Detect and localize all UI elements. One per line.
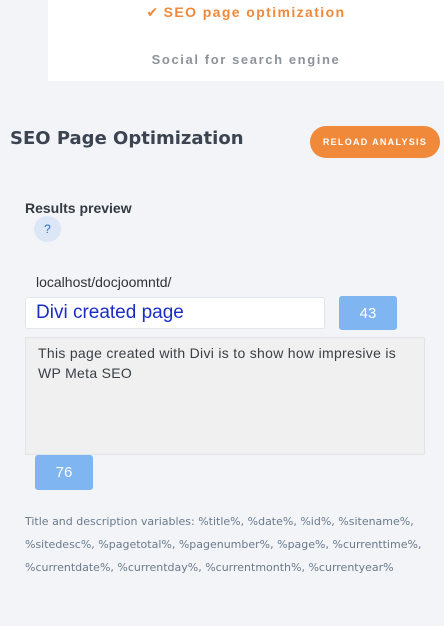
meta-description-textarea[interactable]: This page created with Divi is to show h… [25,337,425,455]
tabs-panel: ✔ SEO page optimization Social for search… [48,0,444,81]
meta-title-input[interactable]: Divi created page [25,297,325,329]
title-char-counter: 43 [339,296,397,330]
tab-seo-page-optimization[interactable]: ✔ SEO page optimization [48,4,444,22]
tab-seo-page-optimization-label: SEO page optimization [163,4,346,20]
reload-analysis-button[interactable]: RELOAD ANALYSIS [310,126,440,158]
page-title: SEO Page Optimization [10,128,244,149]
check-icon: ✔ [146,4,160,20]
help-icon[interactable]: ? [34,216,61,242]
variables-help-text: Title and description variables: %title%… [25,515,422,574]
tab-social-label: Social for search engine [151,52,341,67]
results-preview-label: Results preview [25,200,132,216]
preview-url: localhost/docjoomntd/ [36,274,172,290]
description-char-counter: 76 [35,455,93,490]
tab-social-for-search-engine[interactable]: Social for search engine [48,52,444,70]
